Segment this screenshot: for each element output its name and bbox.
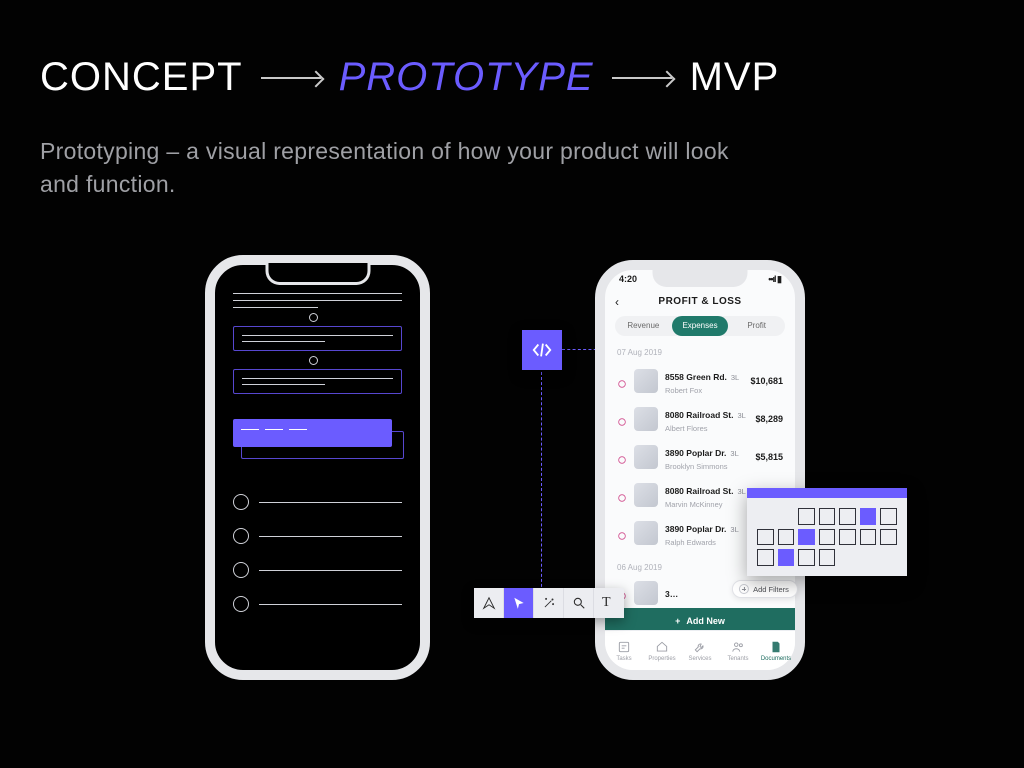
wireframe-field	[233, 369, 402, 394]
calendar-cell[interactable]	[860, 529, 877, 546]
calendar-cell[interactable]	[798, 549, 815, 566]
favorite-icon	[617, 528, 627, 538]
expense-name: Brooklyn Simmons	[665, 462, 748, 471]
wireframe-radio-row	[233, 596, 402, 612]
phone-notch	[265, 263, 370, 285]
add-filters-button[interactable]: Add Filters	[732, 580, 798, 598]
calendar-cell[interactable]	[778, 549, 795, 566]
people-icon	[731, 640, 745, 654]
calendar-cell	[880, 549, 897, 566]
tasks-icon	[617, 640, 631, 654]
calendar-cell[interactable]	[839, 529, 856, 546]
segmented-control[interactable]: Revenue Expenses Profit	[615, 316, 785, 336]
home-icon	[655, 640, 669, 654]
calendar-cell[interactable]	[819, 549, 836, 566]
headline-mvp: MVP	[690, 55, 780, 100]
property-thumb	[634, 581, 658, 605]
tab-revenue[interactable]: Revenue	[615, 316, 672, 336]
tab-profit[interactable]: Profit	[728, 316, 785, 336]
calendar-cell	[757, 508, 774, 525]
code-icon	[522, 330, 562, 370]
expense-amount: $8,289	[755, 414, 783, 424]
calendar-cell	[778, 508, 795, 525]
expense-row[interactable]: 3890 Poplar Dr.3LBrooklyn Simmons$5,815	[605, 438, 795, 476]
status-icons: ••ıl ▮	[768, 274, 781, 285]
favorite-icon	[617, 490, 627, 500]
tab-services[interactable]: Services	[681, 631, 719, 670]
tab-properties[interactable]: Properties	[643, 631, 681, 670]
headline-concept: CONCEPT	[40, 55, 243, 100]
date-header: 07 Aug 2019	[617, 348, 662, 357]
wireframe-phone	[205, 255, 430, 680]
status-time: 4:20	[619, 274, 637, 285]
wireframe-radio-row	[233, 562, 402, 578]
expense-name: Robert Fox	[665, 386, 743, 395]
expense-row[interactable]: 8080 Railroad St.3LAlbert Flores$8,289	[605, 400, 795, 438]
expense-amount: $10,681	[750, 376, 783, 386]
calendar-cell[interactable]	[880, 508, 897, 525]
property-thumb	[634, 407, 658, 431]
arrow-icon	[612, 77, 672, 79]
property-thumb	[634, 521, 658, 545]
pen-tool-button[interactable]	[474, 588, 504, 618]
property-thumb	[634, 369, 658, 393]
date-header: 06 Aug 2019	[617, 563, 662, 572]
calendar-cell[interactable]	[819, 508, 836, 525]
documents-icon	[769, 640, 783, 654]
calendar-cell[interactable]	[757, 549, 774, 566]
expense-address: 3890 Poplar Dr.	[665, 524, 726, 534]
move-tool-button[interactable]	[504, 588, 534, 618]
screen-title: PROFIT & LOSS	[605, 296, 795, 307]
favorite-icon	[617, 452, 627, 462]
calendar-cell[interactable]	[860, 508, 877, 525]
calendar-cell[interactable]	[778, 529, 795, 546]
expense-name: Marvin McKinney	[665, 500, 748, 509]
calendar-cell[interactable]	[798, 508, 815, 525]
favorite-icon	[617, 376, 627, 386]
wrench-icon	[693, 640, 707, 654]
calendar-cell[interactable]	[757, 529, 774, 546]
phone-notch	[653, 269, 748, 287]
design-toolbar: T	[474, 588, 624, 618]
wireframe-radio-row	[233, 494, 402, 510]
calendar-cell[interactable]	[798, 529, 815, 546]
calendar-cell	[839, 549, 856, 566]
expense-address: 8558 Green Rd.	[665, 372, 727, 382]
arrow-icon	[261, 77, 321, 79]
calendar-cell[interactable]	[880, 529, 897, 546]
plus-icon: +	[675, 616, 680, 626]
subtitle: Prototyping – a visual representation of…	[40, 135, 740, 202]
headline-prototype: PROTOTYPE	[339, 55, 594, 100]
plus-icon	[739, 584, 749, 594]
tab-expenses[interactable]: Expenses	[672, 316, 729, 336]
zoom-tool-button[interactable]	[564, 588, 594, 618]
expense-amount: $5,815	[755, 452, 783, 462]
tab-tenants[interactable]: Tenants	[719, 631, 757, 670]
expense-row[interactable]: 8558 Green Rd.3LRobert Fox$10,681	[605, 362, 795, 400]
tab-tasks[interactable]: Tasks	[605, 631, 643, 670]
calendar-card	[747, 488, 907, 576]
property-thumb	[634, 483, 658, 507]
tab-documents[interactable]: Documents	[757, 631, 795, 670]
headline: CONCEPT PROTOTYPE MVP	[40, 55, 779, 100]
wireframe-card-stack	[233, 419, 402, 459]
expense-address: 8080 Railroad St.	[665, 410, 734, 420]
expense-name: Albert Flores	[665, 424, 748, 433]
calendar-cell	[860, 549, 877, 566]
text-tool-button[interactable]: T	[594, 588, 624, 618]
expense-address: 3890 Poplar Dr.	[665, 448, 726, 458]
wireframe-radio-row	[233, 528, 402, 544]
favorite-icon	[617, 414, 627, 424]
property-thumb	[634, 445, 658, 469]
wireframe-field	[233, 326, 402, 351]
hifi-phone: 4:20 ••ıl ▮ ‹ PROFIT & LOSS Revenue Expe…	[595, 260, 805, 680]
calendar-cell[interactable]	[819, 529, 836, 546]
magic-tool-button[interactable]	[534, 588, 564, 618]
connector	[541, 372, 542, 597]
calendar-cell[interactable]	[839, 508, 856, 525]
expense-address: 8080 Railroad St.	[665, 486, 734, 496]
tab-bar: Tasks Properties Services Tenants Docume…	[605, 630, 795, 670]
